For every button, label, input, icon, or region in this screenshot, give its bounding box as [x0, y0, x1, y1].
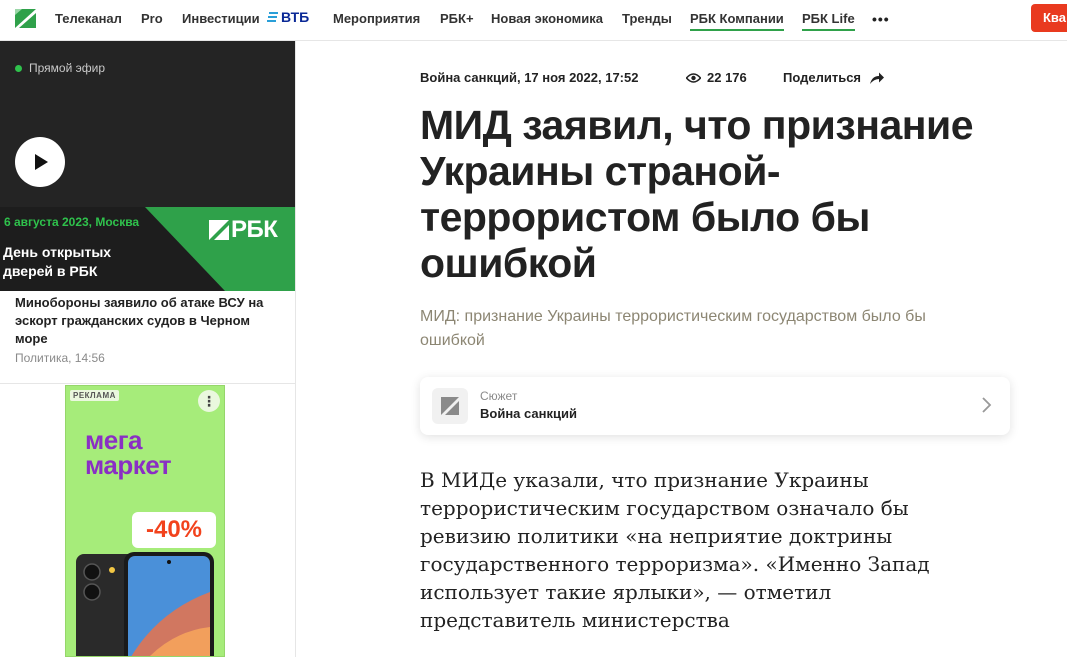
smartphone-image [76, 552, 214, 656]
article-meta: Война санкций, 17 ноя 2022, 17:52 [420, 70, 638, 85]
article-body-paragraph: В МИДе указали, что признание Украины те… [420, 468, 930, 632]
sidebar-news-item[interactable]: Минобороны заявило об атаке ВСУ на эскор… [0, 291, 295, 384]
nav-item-teleканал[interactable]: Телеканал [55, 11, 122, 26]
nav-item-trends[interactable]: Тренды [622, 11, 672, 26]
sidebar-news-title[interactable]: Минобороны заявило об атаке ВСУ на эскор… [15, 294, 280, 348]
ad-badge: РЕКЛАМА [70, 390, 119, 401]
rbc-mark-icon [441, 397, 459, 415]
more-menu-button[interactable]: ••• [872, 11, 890, 27]
live-video-player[interactable]: Прямой эфир 6 августа 2023, Москва День … [0, 41, 295, 291]
share-button[interactable]: Поделиться [783, 70, 885, 85]
nav-item-rbc-companies[interactable]: РБК Компании [690, 11, 784, 31]
play-button[interactable] [15, 137, 65, 187]
article-lead: МИД: признание Украины террористическим … [420, 308, 926, 349]
vtb-label: ВТБ [281, 9, 310, 25]
promo-date: 6 августа 2023, Москва [4, 215, 140, 229]
promo-banner[interactable]: 6 августа 2023, Москва День открытых две… [0, 207, 295, 291]
live-label: Прямой эфир [29, 61, 105, 75]
view-counter: 22 176 [686, 70, 747, 85]
nav-item-rbc-plus[interactable]: РБК+ [440, 11, 474, 26]
rbc-square-icon [209, 220, 229, 240]
story-title: Война санкций [480, 406, 577, 421]
promo-logo-text: РБК [231, 216, 278, 243]
ad-brand-logo: мега маркет [85, 427, 172, 480]
sidebar-divider [295, 41, 296, 657]
quiz-button[interactable]: Ква [1031, 4, 1067, 32]
nav-item-pro[interactable]: Pro [141, 11, 163, 26]
share-arrow-icon [870, 72, 885, 84]
ad-options-button[interactable]: ⋮ [198, 390, 220, 412]
sidebar-news-meta: Политика, 14:56 [15, 351, 105, 365]
promo-rbc-logo: РБК [209, 216, 278, 244]
advertisement-banner[interactable]: РЕКЛАМА ⋮ мега маркет -40% [65, 385, 225, 657]
vtb-logo[interactable]: ВТБ [267, 9, 309, 25]
chevron-right-icon [982, 397, 992, 413]
live-dot-icon [15, 64, 22, 72]
view-count: 22 176 [707, 70, 747, 85]
live-indicator: Прямой эфир [15, 61, 105, 75]
vtb-stripes-icon [267, 12, 278, 22]
nav-item-new-economy[interactable]: Новая экономика [491, 11, 603, 26]
ad-brand-line2: маркет [85, 450, 172, 480]
story-card[interactable]: Сюжет Война санкций [420, 377, 1010, 435]
nav-item-events[interactable]: Мероприятия [333, 11, 420, 26]
share-label: Поделиться [783, 70, 862, 85]
play-icon [35, 154, 48, 170]
article-headline: МИД заявил, что признание Украины страно… [420, 102, 974, 286]
promo-title: День открытых дверей в РБК [3, 244, 112, 279]
article-category-date[interactable]: Война санкций, 17 ноя 2022, 17:52 [420, 70, 638, 85]
top-navigation: Телеканал Pro Инвестиции ВТБ Мероприятия… [0, 0, 1067, 41]
rbc-logo-icon[interactable] [15, 9, 36, 28]
nav-item-rbc-life[interactable]: РБК Life [802, 11, 855, 31]
nav-item-investments[interactable]: Инвестиции [182, 11, 260, 26]
eye-icon [686, 72, 701, 83]
story-icon [432, 388, 468, 424]
story-kicker: Сюжет [480, 389, 518, 403]
ad-discount-badge: -40% [132, 512, 216, 548]
